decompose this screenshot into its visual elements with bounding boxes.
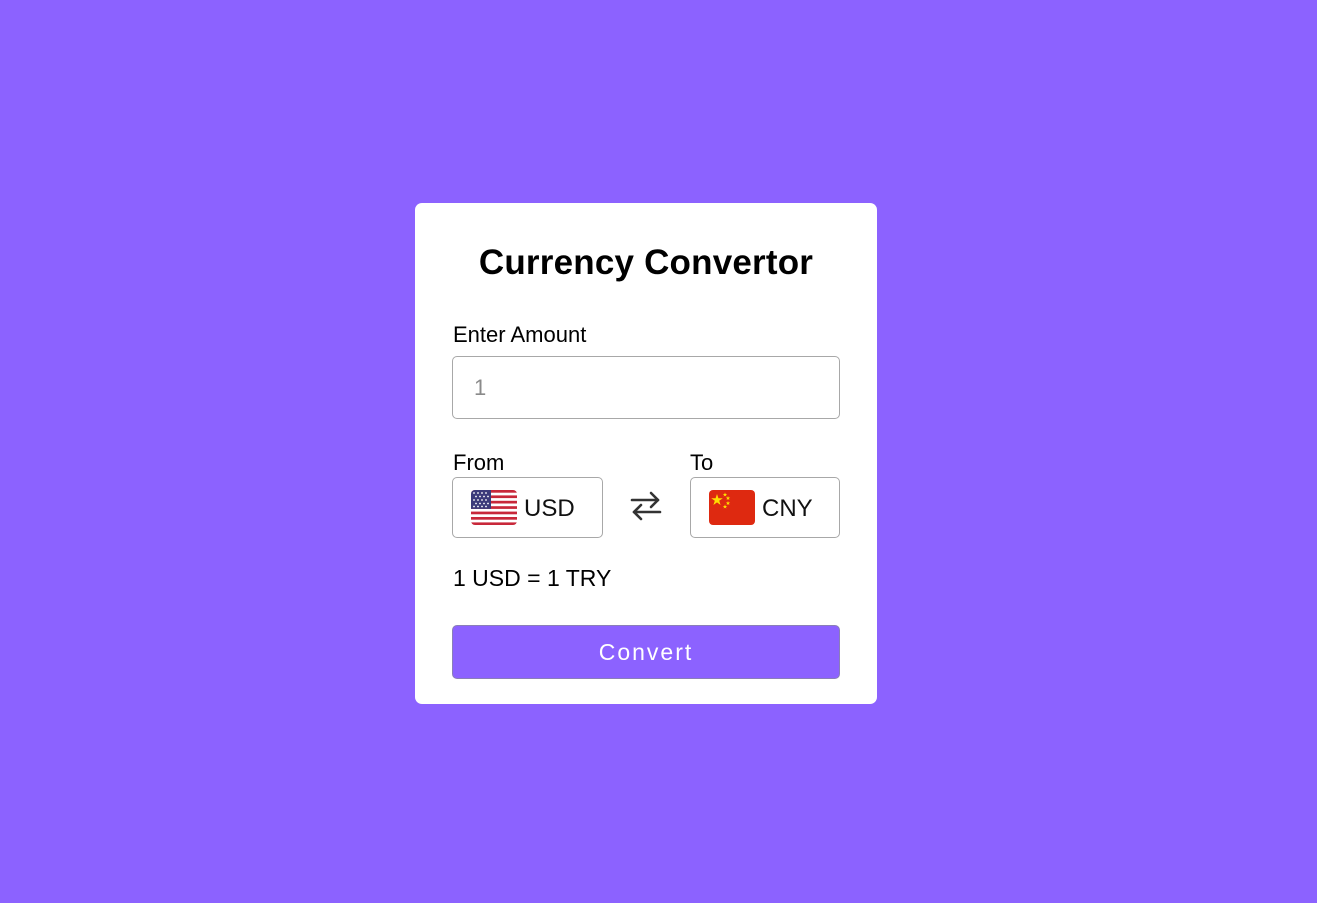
cn-flag-icon — [709, 490, 755, 525]
amount-input[interactable] — [452, 356, 840, 419]
from-label: From — [453, 450, 505, 475]
amount-label: Enter Amount — [453, 322, 587, 347]
page-title: Currency Convertor — [478, 243, 814, 282]
to-label: To — [690, 450, 714, 475]
to-currency-code: CNY — [762, 495, 813, 522]
to-currency-select[interactable]: CNY — [690, 477, 840, 538]
us-flag-icon — [471, 490, 517, 525]
swap-arrows-icon[interactable] — [629, 490, 663, 522]
exchange-rate-text: 1 USD = 1 TRY — [453, 565, 612, 591]
from-currency-code: USD — [524, 495, 575, 522]
converter-card: Currency Convertor Enter Amount From To — [415, 203, 877, 704]
convert-button[interactable]: Convert — [452, 625, 840, 679]
from-currency-select[interactable]: USD — [452, 477, 603, 538]
